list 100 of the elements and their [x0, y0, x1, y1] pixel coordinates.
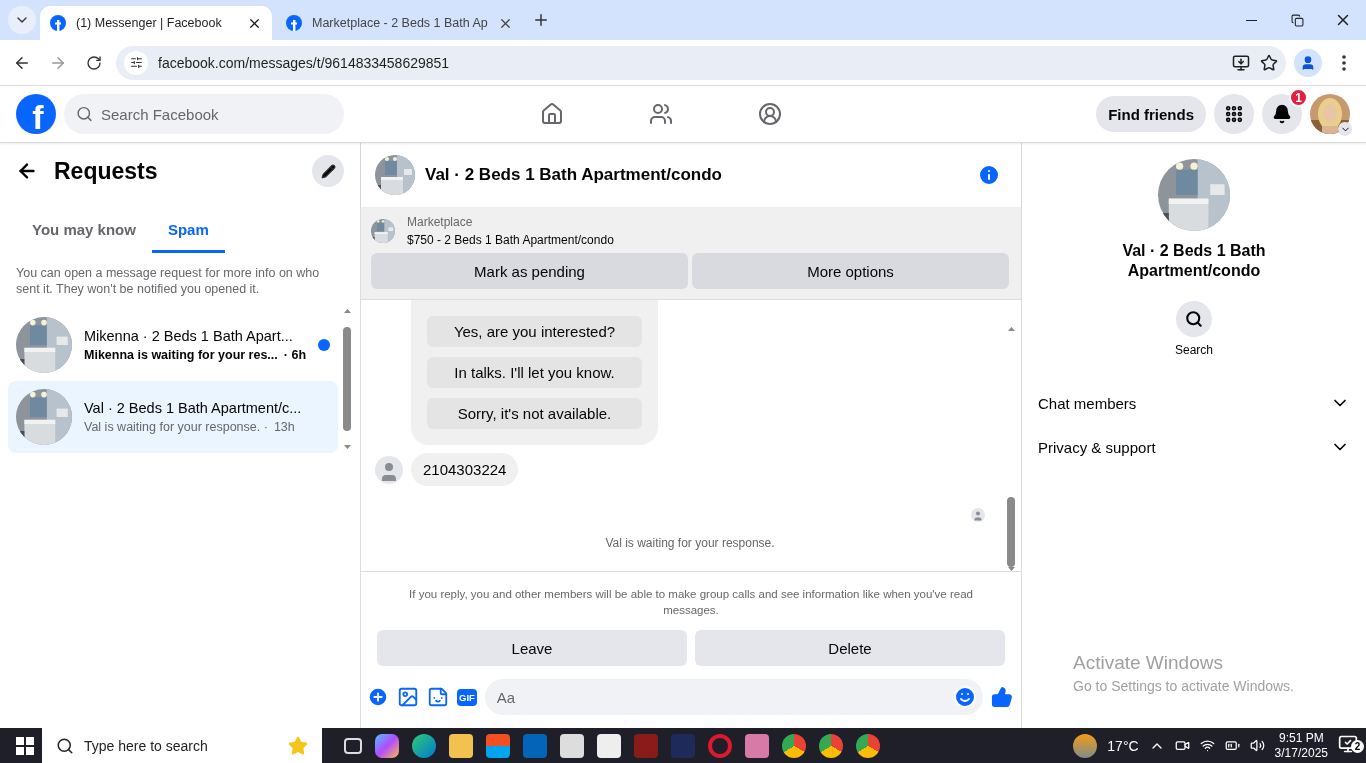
- photo-icon[interactable]: [397, 686, 419, 708]
- request-tab[interactable]: Spam: [151, 209, 225, 253]
- reply-notice: If you reply, you and other members will be able to make group calls and see information like when you've read messages.: [408, 587, 974, 618]
- browser-icon[interactable]: [782, 733, 806, 758]
- add-icon[interactable]: [367, 686, 389, 708]
- app-icon[interactable]: [745, 733, 769, 758]
- sliders-icon: [129, 56, 143, 69]
- wifi-icon[interactable]: [1199, 738, 1215, 753]
- taskbar-search[interactable]: Type here to search: [42, 728, 322, 763]
- app-icon[interactable]: [597, 733, 621, 758]
- app-icon[interactable]: [560, 733, 584, 758]
- activation-subtitle: Go to Settings to activate Windows.: [1073, 678, 1294, 694]
- find-friends-button[interactable]: Find friends: [1096, 96, 1206, 132]
- battery-icon[interactable]: [1224, 738, 1240, 753]
- tab-list-button[interactable]: [8, 6, 36, 34]
- notifications-icon[interactable]: [1338, 734, 1358, 754]
- app-icon[interactable]: [375, 733, 399, 758]
- start-icon[interactable]: [16, 736, 34, 755]
- activation-title: Activate Windows: [1073, 652, 1224, 674]
- chat-title: Val · 2 Beds 1 Bath Apartment/condo: [425, 165, 723, 185]
- search-icon: [76, 105, 93, 123]
- info-icon[interactable]: [977, 163, 1001, 187]
- like-icon[interactable]: [991, 686, 1013, 708]
- action-button[interactable]: Leave: [377, 630, 687, 666]
- notification-badge: 1: [1289, 88, 1308, 107]
- profile-button[interactable]: [1294, 48, 1322, 77]
- reload-icon: [86, 54, 102, 71]
- listing-button[interactable]: More options: [692, 253, 1009, 289]
- favicon-icon: [286, 15, 302, 31]
- requests-info: You can open a message request for more info on who sent it. They won't be notified you opened it.: [16, 265, 321, 297]
- search-icon: [1185, 310, 1203, 328]
- quick-reply-button[interactable]: In talks. I'll let you know.: [427, 357, 642, 388]
- message-field[interactable]: Aa: [484, 679, 983, 715]
- listing-title: $750 - 2 Beds 1 Bath Apartment/condo: [407, 233, 614, 247]
- waiting-status: Val is waiting for your response.: [604, 536, 776, 550]
- seen-avatar: [971, 508, 985, 522]
- url-text: facebook.com/messages/t/9614833458629851: [158, 54, 451, 71]
- conversation-item[interactable]: Val · 2 Beds 1 Bath Apartment/c... Val is waiting for your response. · 13h: [8, 381, 339, 453]
- clock[interactable]: 9:51 PM 3/17/2025: [1274, 730, 1328, 761]
- conversation-time: · 6h: [283, 348, 307, 362]
- friends-icon[interactable]: [649, 102, 673, 126]
- requests-title: Requests: [54, 157, 159, 185]
- compose-button[interactable]: [312, 155, 344, 187]
- person-avatar: [375, 455, 403, 484]
- conversation-preview: Val is waiting for your response. ·: [84, 420, 268, 434]
- conversation-name: Mikenna · 2 Beds 1 Bath Apart...: [84, 328, 294, 344]
- browser-tab[interactable]: Marketplace - 2 Beds 1 Bath Ap: [276, 6, 523, 40]
- minimize-icon: [1245, 19, 1257, 21]
- app-icon[interactable]: [412, 733, 436, 758]
- menu-button[interactable]: [1214, 94, 1254, 134]
- conversation-name: Val · 2 Beds 1 Bath Apartment/c...: [84, 400, 303, 416]
- browser-icon[interactable]: [856, 733, 880, 758]
- section-header[interactable]: Privacy & support: [1038, 425, 1350, 469]
- restore-icon: [1290, 13, 1304, 27]
- pencil-icon: [320, 163, 336, 179]
- search-field[interactable]: Search Facebook: [64, 94, 344, 134]
- conversation-time: 13h: [273, 420, 295, 434]
- notifications-button[interactable]: [1262, 94, 1302, 134]
- scrollbar-thumb[interactable]: [343, 327, 351, 431]
- bookmark-icon[interactable]: [1260, 53, 1278, 72]
- caret-button[interactable]: [1338, 122, 1352, 136]
- address-bar[interactable]: facebook.com/messages/t/9614833458629851: [116, 45, 1286, 80]
- person-icon: [1300, 54, 1316, 71]
- request-tab[interactable]: You may know: [16, 209, 152, 253]
- conversation-item[interactable]: Mikenna · 2 Beds 1 Bath Apart... Mikenna is waiting for your res... · 6h: [8, 309, 339, 381]
- facebook-logo[interactable]: f: [16, 94, 56, 134]
- contact-name: Val · 2 Beds 1 Bath Apartment/condo: [1121, 241, 1267, 281]
- site-info-button[interactable]: [124, 50, 148, 75]
- quick-reply-button[interactable]: Sorry, it's not available.: [427, 398, 642, 429]
- action-button[interactable]: Delete: [695, 630, 1005, 666]
- search-label: Search: [1175, 343, 1213, 357]
- gif-button[interactable]: GIF: [457, 688, 477, 706]
- task-view-icon[interactable]: [344, 737, 362, 754]
- weather-text: 17°C: [1107, 737, 1139, 754]
- favicon-icon: [50, 15, 66, 31]
- app-icon[interactable]: [486, 733, 510, 758]
- grid-icon: [1224, 104, 1244, 124]
- install-icon[interactable]: [1232, 53, 1250, 72]
- listing-button[interactable]: Mark as pending: [371, 253, 688, 289]
- sticker-icon[interactable]: [427, 686, 449, 708]
- home-icon[interactable]: [540, 102, 564, 126]
- section-header[interactable]: Chat members: [1038, 381, 1350, 425]
- unread-dot: [318, 339, 331, 351]
- volume-icon[interactable]: [1249, 738, 1265, 753]
- scroll-up-icon: [343, 309, 351, 313]
- folder-icon[interactable]: [449, 733, 473, 758]
- scroll-up-icon: [1007, 327, 1015, 331]
- search-button[interactable]: [1176, 301, 1212, 337]
- groups-icon[interactable]: [758, 102, 782, 126]
- listing-label: Marketplace: [407, 215, 474, 229]
- scroll-down-icon: [343, 445, 351, 449]
- browser-icon[interactable]: [819, 733, 843, 758]
- scrollbar-thumb[interactable]: [1007, 497, 1015, 567]
- camera-icon[interactable]: [1174, 738, 1190, 753]
- browser-tab[interactable]: (1) Messenger | Facebook: [40, 6, 272, 40]
- weather-icon[interactable]: [1073, 733, 1098, 758]
- account-avatar[interactable]: [1310, 94, 1350, 134]
- bell-icon: [1272, 104, 1292, 124]
- message-text: 2104303224: [411, 453, 519, 486]
- quick-reply-button[interactable]: Yes, are you interested?: [427, 316, 642, 347]
